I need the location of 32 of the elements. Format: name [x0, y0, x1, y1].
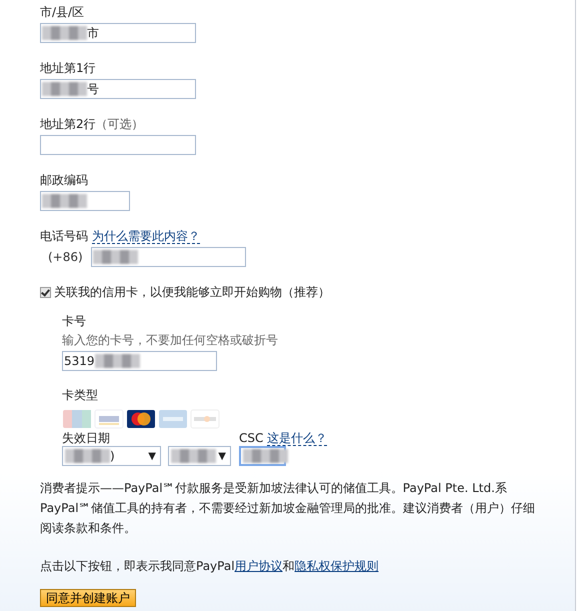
text-field[interactable]	[40, 135, 196, 155]
help-link[interactable]: 这是什么？	[267, 431, 328, 446]
caret-icon: ▼	[148, 450, 156, 462]
checkbox-label: 关联我的信用卡，以便我能够立即开始购物（推荐）	[54, 284, 330, 301]
caret-icon: ▼	[218, 450, 226, 462]
card-logo-icon[interactable]	[126, 409, 156, 429]
privacy-link[interactable]: 隐私权保护规则	[294, 559, 379, 573]
field-label: 地址第1行	[40, 60, 97, 76]
terms-link[interactable]: 用户协议	[234, 559, 283, 573]
field-label: 邮政编码	[40, 172, 89, 188]
checkbox[interactable]	[40, 287, 51, 298]
field-label: 电话号码 为什么需要此内容？	[40, 228, 201, 244]
text-field[interactable]	[90, 247, 246, 267]
field-label: 卡号	[62, 313, 87, 329]
field-label: 地址第2行（可选）	[40, 116, 145, 132]
text-field[interactable]: 市	[40, 23, 196, 43]
field-label: CSC 这是什么？	[239, 430, 328, 446]
month-dropdown[interactable]: ) ▼	[62, 446, 161, 466]
agree-button[interactable]: 同意并创建账户	[40, 589, 136, 607]
text-field[interactable]	[40, 191, 130, 211]
field-label: 失效日期	[62, 430, 111, 446]
field-label: 市/县/区	[40, 4, 86, 20]
agreement-text: 点击以下按钮，即表示我同意PayPal用户协议和隐私权保护规则	[40, 558, 380, 575]
year-dropdown[interactable]: ▼	[168, 446, 231, 466]
field-label: 卡类型	[62, 387, 99, 403]
notice-text: 消费者提示——PayPal℠付款服务是受新加坡法律认可的储值工具。PayPal Pte. Ltd.系PayPal℠储值工具的持有者，不需要经过新加坡金融管理局的批准。建议消费者（用户）仔细阅读条款和条件。	[40, 480, 536, 537]
card-number-field[interactable]: 5319	[62, 351, 217, 371]
csc-field[interactable]	[239, 446, 286, 466]
country-code: (+86)	[47, 250, 83, 264]
field-hint: 输入您的卡号，不要加任何空格或破折号	[62, 332, 279, 348]
help-link[interactable]: 为什么需要此内容？	[92, 229, 200, 244]
text-field[interactable]: 号	[40, 79, 196, 99]
